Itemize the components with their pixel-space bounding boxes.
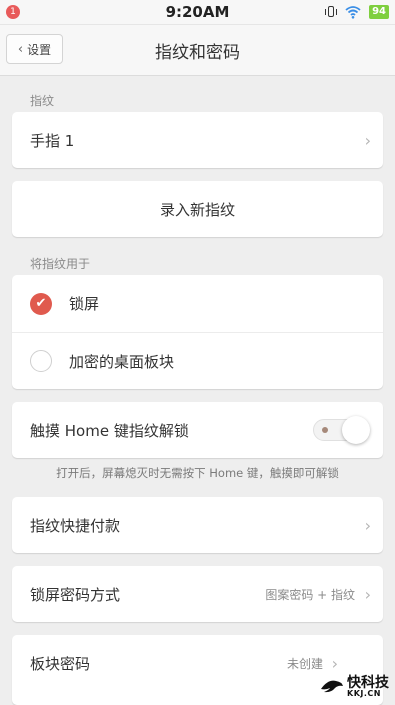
watermark: 快科技 KKJ.CN <box>320 676 389 698</box>
toggle-indicator-dot <box>322 427 328 433</box>
payment-label: 指纹快捷付款 <box>30 516 121 535</box>
chevron-right-icon: › <box>364 515 371 535</box>
page-title: 指纹和密码 <box>155 43 240 63</box>
status-bar: 1 9:20AM 94 <box>0 0 395 25</box>
usage-option-label: 锁屏 <box>69 295 100 313</box>
payment-row[interactable]: 指纹快捷付款 › <box>12 497 383 553</box>
nav-bar: ‹ 设置 指纹和密码 <box>0 25 395 76</box>
checkmark-icon[interactable]: ✔ <box>30 292 52 315</box>
home-unlock-row[interactable]: 触摸 Home 键指纹解锁 <box>12 402 383 458</box>
fingerprint-item-label: 手指 1 <box>30 131 75 150</box>
lock-method-value: 图案密码 + 指纹 <box>265 587 355 602</box>
add-fingerprint-label: 录入新指纹 <box>159 200 235 219</box>
chevron-right-icon: › <box>364 584 371 604</box>
bird-logo-icon <box>321 680 343 693</box>
toggle-knob <box>342 416 370 444</box>
add-fingerprint-button[interactable]: 录入新指纹 <box>12 181 383 237</box>
payment-card: 指纹快捷付款 › <box>12 497 383 553</box>
unchecked-circle-icon[interactable] <box>30 350 52 372</box>
status-icons: 94 <box>325 4 389 20</box>
block-password-label: 板块密码 <box>30 654 91 673</box>
add-fingerprint-card: 录入新指纹 <box>12 181 383 237</box>
block-password-value: 未创建 <box>286 656 323 671</box>
section-label-fingerprints: 指纹 <box>30 94 55 108</box>
wifi-icon <box>345 6 361 19</box>
chevron-right-icon: › <box>364 130 371 150</box>
home-unlock-card: 触摸 Home 键指纹解锁 <box>12 402 383 458</box>
lock-method-label: 锁屏密码方式 <box>30 585 121 604</box>
section-label-usage: 将指纹用于 <box>30 257 91 271</box>
fingerprint-item[interactable]: 手指 1 › <box>12 112 383 168</box>
chevron-right-icon: › <box>331 653 338 673</box>
battery-icon: 94 <box>369 5 389 19</box>
usage-option-encrypted-block[interactable]: 加密的桌面板块 <box>12 332 383 389</box>
fingerprint-card: 手指 1 › <box>12 112 383 168</box>
usage-option-lockscreen[interactable]: ✔ 锁屏 <box>12 275 383 332</box>
home-unlock-hint: 打开后，屏幕熄灭时无需按下 Home 键，触摸即可解锁 <box>56 466 339 480</box>
usage-card: ✔ 锁屏 加密的桌面板块 <box>12 275 383 389</box>
watermark-en: KKJ.CN <box>347 689 381 698</box>
vibrate-icon <box>325 5 338 19</box>
usage-option-label: 加密的桌面板块 <box>69 352 175 371</box>
home-unlock-label: 触摸 Home 键指纹解锁 <box>30 421 189 440</box>
watermark-cn: 快科技 <box>347 675 389 691</box>
lock-method-row[interactable]: 锁屏密码方式 图案密码 + 指纹 › <box>12 566 383 622</box>
lock-method-card: 锁屏密码方式 图案密码 + 指纹 › <box>12 566 383 622</box>
home-unlock-toggle[interactable] <box>313 416 370 444</box>
